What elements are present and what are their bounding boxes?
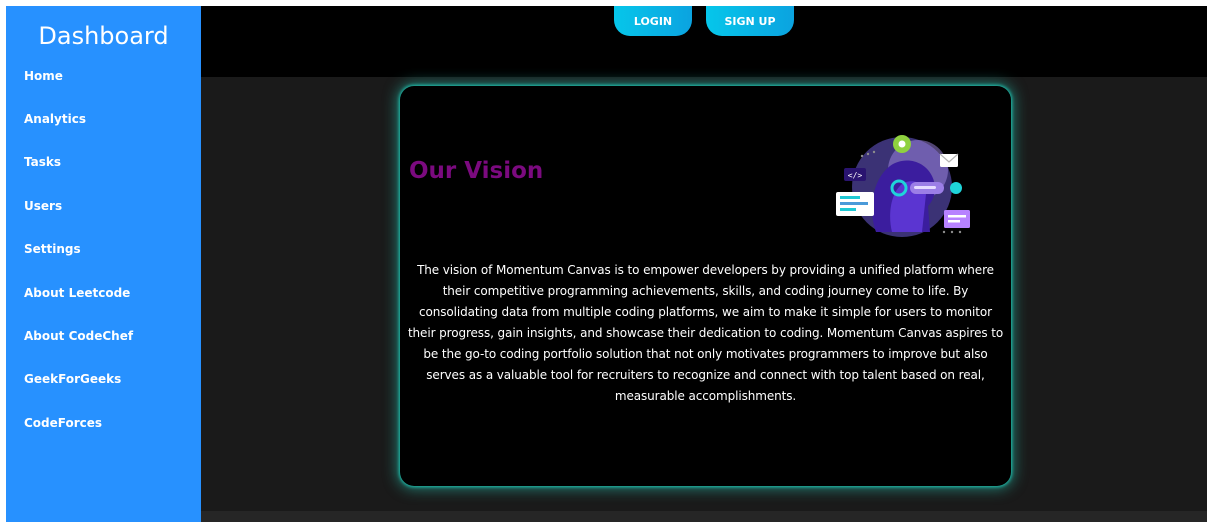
sidebar-item-analytics[interactable]: Analytics (24, 112, 86, 126)
sidebar-title: Dashboard (38, 22, 169, 50)
sidebar-item-about-codechef[interactable]: About CodeChef (24, 329, 133, 343)
sidebar-item-geekforgeeks[interactable]: GeekForGeeks (24, 372, 121, 386)
sidebar-item-tasks[interactable]: Tasks (24, 155, 61, 169)
vision-title: Our Vision (409, 158, 544, 184)
vision-description: The vision of Momentum Canvas is to empo… (407, 263, 1004, 403)
vision-card: Our Vision </> The vision of Momentum Ca… (400, 86, 1011, 486)
coding-profile-illustration-icon: </> (836, 135, 970, 237)
top-bar: LOGIN SIGN UP (201, 6, 1207, 77)
sidebar-item-settings[interactable]: Settings (24, 242, 81, 256)
app-frame: Dashboard Home Analytics Tasks Users Set… (6, 6, 1207, 522)
footer-strip (201, 511, 1207, 522)
svg-text:</>: </> (848, 171, 863, 180)
sidebar-item-users[interactable]: Users (24, 199, 62, 213)
login-button[interactable]: LOGIN (614, 6, 692, 36)
sidebar-item-home[interactable]: Home (24, 69, 63, 83)
signup-button[interactable]: SIGN UP (706, 6, 794, 36)
sidebar-item-codeforces[interactable]: CodeForces (24, 416, 102, 430)
sidebar: Dashboard Home Analytics Tasks Users Set… (6, 6, 201, 522)
sidebar-item-about-leetcode[interactable]: About Leetcode (24, 286, 130, 300)
